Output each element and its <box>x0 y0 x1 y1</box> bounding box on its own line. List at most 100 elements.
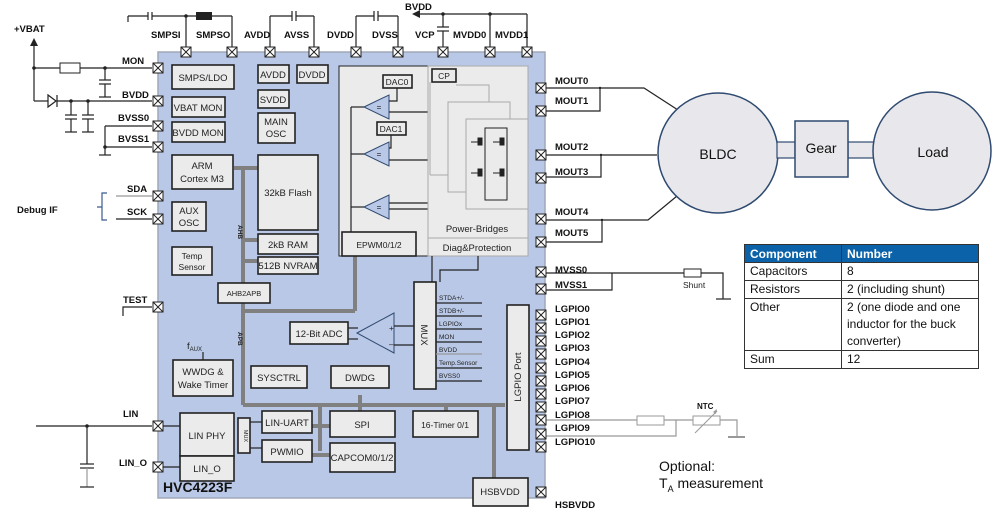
pin-label-sda: SDA <box>127 184 147 195</box>
block-main-osc: MAIN OSC <box>257 112 296 144</box>
pin-mvdd1 <box>521 46 533 58</box>
ntc-thermistor <box>692 415 721 426</box>
svg-text:MVSS1: MVSS1 <box>555 280 588 291</box>
component-count-table: Component Number Capacitors 8 Resistors … <box>744 244 979 369</box>
pin-mout3 <box>535 172 547 184</box>
block-smps-ldo: SMPS/LDO <box>171 64 235 90</box>
svg-text:MOUT2: MOUT2 <box>555 142 588 153</box>
svg-text:32kB Flash: 32kB Flash <box>264 188 312 199</box>
svg-text:=: = <box>377 103 382 112</box>
table-cell-number: 8 <box>841 262 979 281</box>
diode-symbol <box>47 93 57 109</box>
svg-text:MUX: MUX <box>242 430 248 443</box>
pin-lgpio6 <box>535 388 547 400</box>
block-lin-mux: MUX <box>237 417 251 454</box>
test-wire <box>122 306 152 316</box>
svg-text:16-Timer 0/1: 16-Timer 0/1 <box>421 420 469 430</box>
shunt-label: Shunt <box>683 280 706 290</box>
pin-vcp <box>437 46 449 58</box>
mux-input-bvdd: BVDD <box>439 347 457 354</box>
pin-dvdd <box>350 46 362 58</box>
pin-mon <box>152 62 164 74</box>
block-flash: 32kB Flash <box>257 154 319 231</box>
svg-text:SVDD: SVDD <box>260 95 287 106</box>
svg-text:ARM: ARM <box>191 161 212 172</box>
block-sysctrl: SYSCTRL <box>250 365 308 389</box>
pin-label-mvdd0: MVDD0 <box>453 30 486 41</box>
opamp-minus: – <box>389 340 394 349</box>
block-ram: 2kB RAM <box>257 233 319 255</box>
pin-bvss0 <box>152 120 164 132</box>
debug-if-label: Debug IF <box>17 205 58 216</box>
pin-mvss1 <box>535 283 547 295</box>
pin-lgpio7 <box>535 401 547 413</box>
inductor-symbol <box>196 12 212 20</box>
block-capcom: CAPCOM0/1/2 <box>329 442 396 473</box>
gear-box: Gear <box>794 120 849 178</box>
block-adc: 12-Bit ADC <box>289 321 349 345</box>
table-cell-component: Other <box>744 298 842 351</box>
mux-input-stdb: STDB+/- <box>439 308 464 315</box>
motor-wiring <box>545 86 679 243</box>
pin-dvss <box>392 46 404 58</box>
svg-text:LGPIO Port: LGPIO Port <box>513 352 524 401</box>
ntc-label: NTC <box>697 402 714 411</box>
mon-resistor <box>59 62 81 74</box>
opamp-plus: + <box>389 324 394 333</box>
svg-text:BVDD MON: BVDD MON <box>172 128 223 139</box>
vbat-label: +VBAT <box>14 24 45 35</box>
table-cell-number: 2 (one diode and one inductor for the bu… <box>841 298 979 351</box>
svg-text:DAC1: DAC1 <box>380 124 403 134</box>
pin-label-lin: LIN <box>123 409 138 420</box>
block-lgpio-port: LGPIO Port <box>506 304 530 451</box>
svg-text:LIN PHY: LIN PHY <box>189 431 227 442</box>
block-epwm: EPWM0/1/2 <box>356 240 402 250</box>
load: Load <box>872 91 992 211</box>
pin-avdd <box>264 46 276 58</box>
block-dwdg: DWDG <box>330 365 390 389</box>
svg-text:=: = <box>377 150 382 159</box>
block-vbat-mon: VBAT MON <box>171 96 226 118</box>
pin-label-test: TEST <box>123 295 147 306</box>
table-row: Other 2 (one diode and one inductor for … <box>744 298 979 351</box>
svg-text:LGPIO0: LGPIO0 <box>555 304 590 315</box>
table-row: Capacitors 8 <box>744 262 979 281</box>
debug-bracket <box>97 192 107 221</box>
svg-text:512B NVRAM: 512B NVRAM <box>258 261 317 272</box>
svg-text:Gear: Gear <box>805 140 836 156</box>
pin-lin <box>152 420 164 432</box>
pin-lgpio9 <box>535 428 547 440</box>
svg-text:VBAT MON: VBAT MON <box>174 103 223 114</box>
pin-label-mvdd1: MVDD1 <box>495 30 529 41</box>
svg-text:PWMIO: PWMIO <box>270 447 303 458</box>
power-bridges-panel: CP Power-Bridges Diag&Protection <box>427 65 529 257</box>
pin-bvdd <box>152 95 164 107</box>
svg-text:Load: Load <box>917 144 948 160</box>
block-lin-uart: LIN-UART <box>261 410 313 434</box>
pin-label-smpsi: SMPSI <box>151 30 181 41</box>
optional-rest: measurement <box>673 475 764 491</box>
svg-text:LIN_O: LIN_O <box>193 464 220 475</box>
svg-text:LGPIO7: LGPIO7 <box>555 396 590 407</box>
optional-ta-measurement-note: Optional: TA measurement <box>659 458 763 498</box>
svg-text:Cortex M3: Cortex M3 <box>180 174 224 185</box>
apb-bus-label: APB <box>236 332 243 346</box>
svg-text:SMPS/LDO: SMPS/LDO <box>178 73 227 84</box>
pin-mout5 <box>535 236 547 248</box>
block-temp-sensor: Temp Sensor <box>171 246 213 276</box>
block-dvdd: DVDD <box>296 64 329 84</box>
pin-lgpio5 <box>535 375 547 387</box>
table-cell-component: Capacitors <box>744 262 842 281</box>
block-arm-cortex: ARM Cortex M3 <box>171 154 234 190</box>
svg-text:SYSCTRL: SYSCTRL <box>257 373 301 384</box>
table-row: Sum 12 <box>744 350 979 369</box>
optional-t: T <box>659 475 668 491</box>
svg-text:MOUT3: MOUT3 <box>555 167 588 178</box>
svg-text:DWDG: DWDG <box>345 373 375 384</box>
block-svdd: SVDD <box>257 89 290 109</box>
svg-text:MOUT5: MOUT5 <box>555 228 589 239</box>
table-cell-number: 2 (including shunt) <box>841 280 979 299</box>
svg-text:LGPIO6: LGPIO6 <box>555 383 590 394</box>
pin-label-mon: MON <box>122 56 144 67</box>
pin-lgpio10 <box>535 441 547 453</box>
